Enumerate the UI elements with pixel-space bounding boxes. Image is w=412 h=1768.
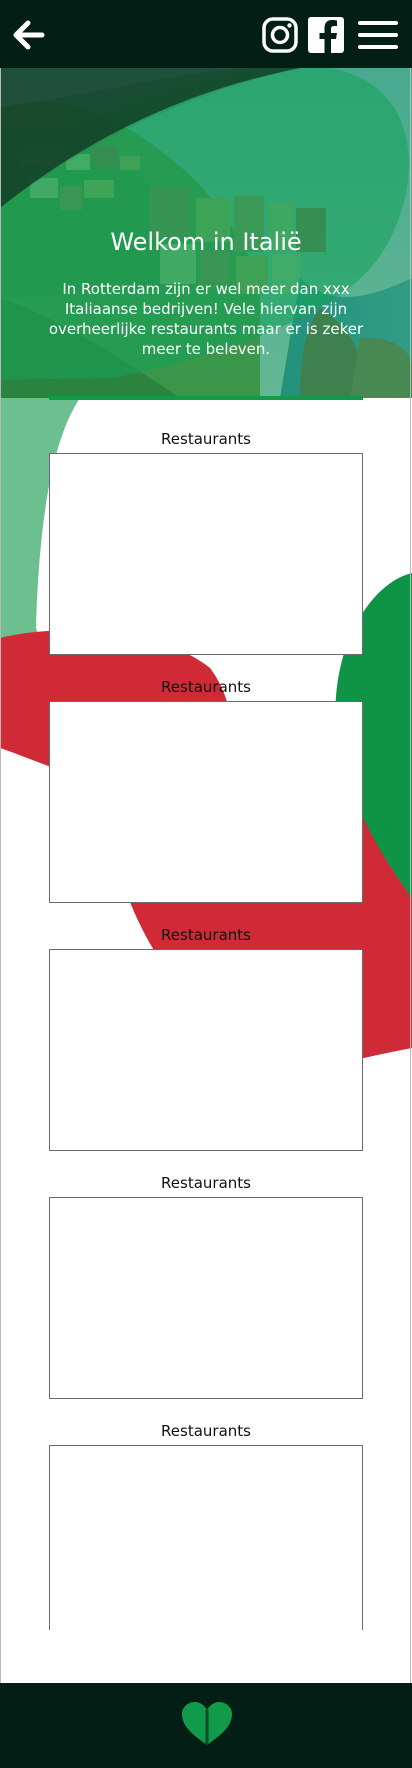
section-title-restaurants: Restaurants <box>161 1422 251 1440</box>
section-title-restaurants: Restaurants <box>161 926 251 944</box>
heart-icon[interactable] <box>180 1701 234 1747</box>
restaurants-card[interactable] <box>49 453 363 655</box>
restaurants-card[interactable] <box>49 949 363 1151</box>
back-arrow-icon[interactable] <box>12 17 48 53</box>
hero-body-line: meer te beleven. <box>141 340 271 358</box>
hero-body-line: Italiaanse bedrijven! Vele hiervan zijn <box>64 300 348 318</box>
hero-title: Welkom in Italië <box>110 228 302 256</box>
hero-body: In Rotterdam zijn er wel meer dan xxx It… <box>40 279 372 359</box>
top-bar <box>0 0 412 68</box>
hamburger-menu-icon[interactable] <box>357 20 399 50</box>
section-title-restaurants: Restaurants <box>161 678 251 696</box>
hero-body-line: overheerlijke restaurants maar er is zek… <box>48 320 364 338</box>
bottom-bar <box>0 1683 412 1768</box>
hero-divider <box>49 396 363 400</box>
hero-body-line: In Rotterdam zijn er wel meer dan xxx <box>62 280 350 298</box>
page-border-right <box>410 68 411 1683</box>
restaurants-card[interactable] <box>49 1197 363 1399</box>
instagram-icon[interactable] <box>261 16 299 54</box>
facebook-icon[interactable] <box>307 16 345 54</box>
page-border-left <box>0 68 1 1683</box>
section-title-restaurants: Restaurants <box>161 430 251 448</box>
restaurants-card[interactable] <box>49 1445 363 1630</box>
restaurants-card[interactable] <box>49 701 363 903</box>
section-title-restaurants: Restaurants <box>161 1174 251 1192</box>
